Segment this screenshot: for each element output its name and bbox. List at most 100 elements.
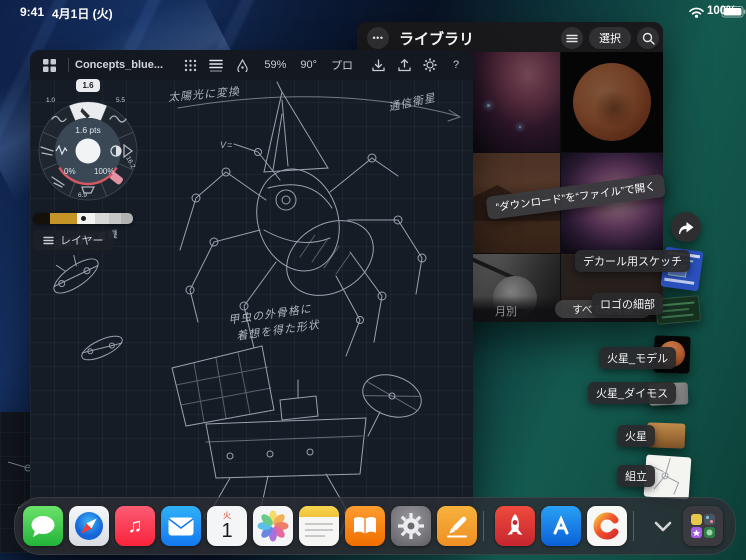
pro-badge[interactable]: プロ <box>331 57 353 73</box>
photos-flower-icon <box>257 510 289 542</box>
rotation-value[interactable]: 90° <box>300 59 317 71</box>
dock-app-library[interactable] <box>683 506 723 546</box>
more-icon: ••• <box>372 33 384 43</box>
books-icon <box>351 514 379 538</box>
rocket-icon <box>500 511 530 541</box>
photos-title: ライブラリ <box>399 31 475 48</box>
annotation-v: V= <box>220 140 234 150</box>
color-bar[interactable] <box>33 213 133 224</box>
drag-item-label[interactable]: デカール用スケッチ <box>575 250 690 272</box>
music-note-icon: ♫ <box>127 514 143 537</box>
settings-button[interactable] <box>417 54 443 76</box>
swatch-gray-3[interactable] <box>121 213 133 224</box>
swatch-white[interactable] <box>77 213 95 224</box>
appstore-a-icon <box>546 511 576 541</box>
zoom-level[interactable]: 59% <box>264 59 286 71</box>
import-icon <box>371 58 385 72</box>
layers-button[interactable]: レイヤー <box>33 230 114 250</box>
swatch-dark[interactable] <box>33 213 50 224</box>
stacked-lines-icon <box>209 58 223 72</box>
export-button[interactable] <box>391 54 417 76</box>
tab-months[interactable]: 月別 <box>495 303 517 319</box>
dock-app-calendar[interactable]: 火 1 <box>207 506 247 546</box>
dock-collapse-button[interactable] <box>645 506 681 546</box>
drag-item-label[interactable]: 火星_ダイモス <box>588 382 677 404</box>
notes-line <box>305 535 325 537</box>
document-title[interactable]: Concepts_blue... <box>75 59 163 71</box>
calendar-weekday: 火 <box>223 510 231 520</box>
drawing-canvas[interactable]: 太陽光に変換 通信衛星 長距離探査機 甲虫の外骨格に 着想を得た形状 V= <box>30 79 473 535</box>
status-bar: 9:41 4月1日 (火) 100% <box>0 0 746 24</box>
active-size-label: 1.6 <box>82 81 94 90</box>
layers-lines-button[interactable] <box>203 54 229 76</box>
projects-button[interactable] <box>36 54 62 76</box>
dock-app-safari[interactable] <box>69 506 109 546</box>
calendar-day: 1 <box>221 519 233 542</box>
filter-button[interactable] <box>561 27 583 49</box>
import-button[interactable] <box>365 54 391 76</box>
dock-app-books[interactable] <box>345 506 385 546</box>
drag-item-label[interactable]: ロゴの細部 <box>592 293 663 315</box>
swatch-gray-2[interactable] <box>109 213 121 224</box>
dock-app-rocket[interactable] <box>495 506 535 546</box>
pen-nib-icon <box>236 58 249 72</box>
drag-item-label[interactable]: 火星_モデル <box>599 347 677 369</box>
dock-app-concepts[interactable] <box>587 506 627 546</box>
dock-app-pages[interactable] <box>437 506 477 546</box>
toolbar-divider <box>68 58 69 72</box>
status-date: 4月1日 (火) <box>52 7 113 21</box>
search-button[interactable] <box>637 27 659 49</box>
dock-app-mail[interactable] <box>161 506 201 546</box>
ipad-screen: 9:41 4月1日 (火) 100% ••• ライブラリ 選択 月別 Conce… <box>0 0 746 560</box>
export-icon <box>397 58 411 72</box>
notes-header <box>299 506 339 517</box>
select-label: 選択 <box>599 33 621 45</box>
forward-arrow-icon <box>677 220 695 235</box>
search-icon <box>642 32 655 45</box>
pen-mode-button[interactable] <box>229 54 255 76</box>
concepts-c-icon <box>591 510 623 542</box>
color-selector-dot <box>81 216 86 221</box>
gear-icon <box>423 58 437 72</box>
app-library-icon <box>688 511 718 541</box>
concepts-window[interactable]: Concepts_blue... 59% 90° プロ ? 太陽光に変換 通信衛… <box>30 50 473 535</box>
dock-app-appstore[interactable] <box>541 506 581 546</box>
help-label: ? <box>452 59 460 71</box>
chevron-down-icon <box>654 521 672 532</box>
dock-app-messages[interactable] <box>23 506 63 546</box>
dot-grid-button[interactable] <box>177 54 203 76</box>
ring-size-tr: 5.5 <box>116 97 126 104</box>
settings-gear-icon <box>396 511 426 541</box>
help-button[interactable]: ? <box>443 54 469 76</box>
tool-wheel[interactable]: 1.6 1.6 pts 0% 100% 1.0 5.5 16.2 6.9 <box>32 79 144 203</box>
select-button[interactable]: 選択 <box>589 27 631 49</box>
pen-icon <box>442 511 472 541</box>
more-button[interactable]: ••• <box>367 27 389 49</box>
drag-item-label[interactable]: 火星 <box>617 425 655 447</box>
swatch-gray-1[interactable] <box>95 213 109 224</box>
dock-app-music[interactable]: ♫ <box>115 506 155 546</box>
messages-bubble-icon <box>29 513 57 539</box>
notes-line <box>305 529 333 531</box>
dock-app-photos[interactable] <box>253 506 293 546</box>
drop-arrow-badge <box>671 212 701 242</box>
stroke-size-label: 1.6 pts <box>75 125 101 135</box>
active-size-tab[interactable]: 1.6 <box>76 79 100 92</box>
dock-divider <box>483 511 484 541</box>
safari-compass-icon <box>72 509 106 543</box>
concepts-toolbar: Concepts_blue... 59% 90° プロ ? <box>30 50 473 80</box>
wifi-icon <box>688 5 705 18</box>
drag-item-label[interactable]: 組立 <box>617 465 655 487</box>
filter-lines-icon <box>566 34 578 43</box>
dock: ♫ 火 1 <box>14 497 736 555</box>
dock-app-notes[interactable] <box>299 506 339 546</box>
dock-divider <box>633 511 634 541</box>
status-time: 9:41 <box>20 5 45 19</box>
mail-envelope-icon <box>168 517 194 536</box>
swatch-gold[interactable] <box>50 213 77 224</box>
opacity-max-label: 100% <box>94 167 115 176</box>
layers-lines-icon <box>43 236 54 245</box>
battery-body <box>708 6 746 18</box>
layers-label: レイヤー <box>60 235 104 247</box>
dock-app-settings[interactable] <box>391 506 431 546</box>
